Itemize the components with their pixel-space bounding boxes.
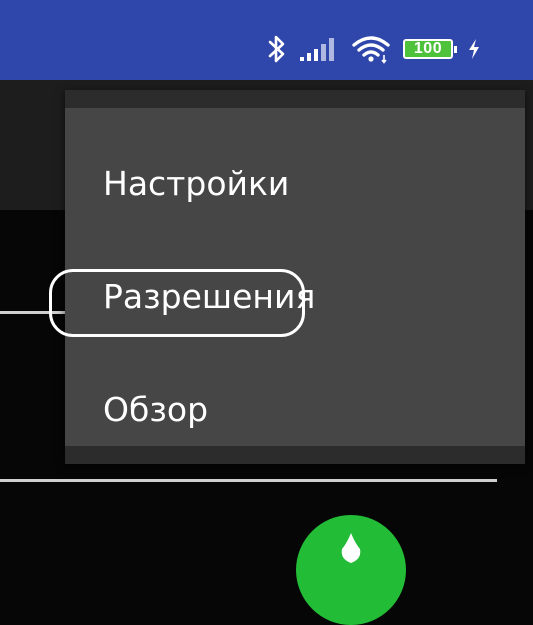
battery-icon: 100 — [403, 39, 457, 59]
overflow-menu: Настройки Разрешения Обзор — [49, 90, 525, 464]
menu-item-label: Настройки — [103, 163, 290, 203]
battery-level-text: 100 — [413, 40, 443, 57]
menu-item-settings[interactable]: Настройки — [65, 133, 525, 233]
charging-icon — [467, 38, 481, 60]
menu-item-permissions[interactable]: Разрешения — [49, 246, 525, 346]
menu-item-label: Обзор — [103, 389, 209, 429]
bluetooth-icon — [267, 34, 287, 64]
signal-icon — [299, 36, 339, 62]
status-icons: 100 — [267, 33, 481, 65]
menu-item-label: Разрешения — [103, 276, 316, 316]
menu-item-overview[interactable]: Обзор — [65, 359, 525, 459]
divider-upper — [0, 311, 70, 314]
battery-level: 100 — [403, 39, 457, 59]
fab-icon — [341, 533, 361, 563]
wifi-icon — [351, 34, 391, 64]
status-bar: 100 — [0, 0, 533, 80]
floating-action-button[interactable] — [296, 515, 406, 625]
divider-lower — [0, 479, 497, 482]
